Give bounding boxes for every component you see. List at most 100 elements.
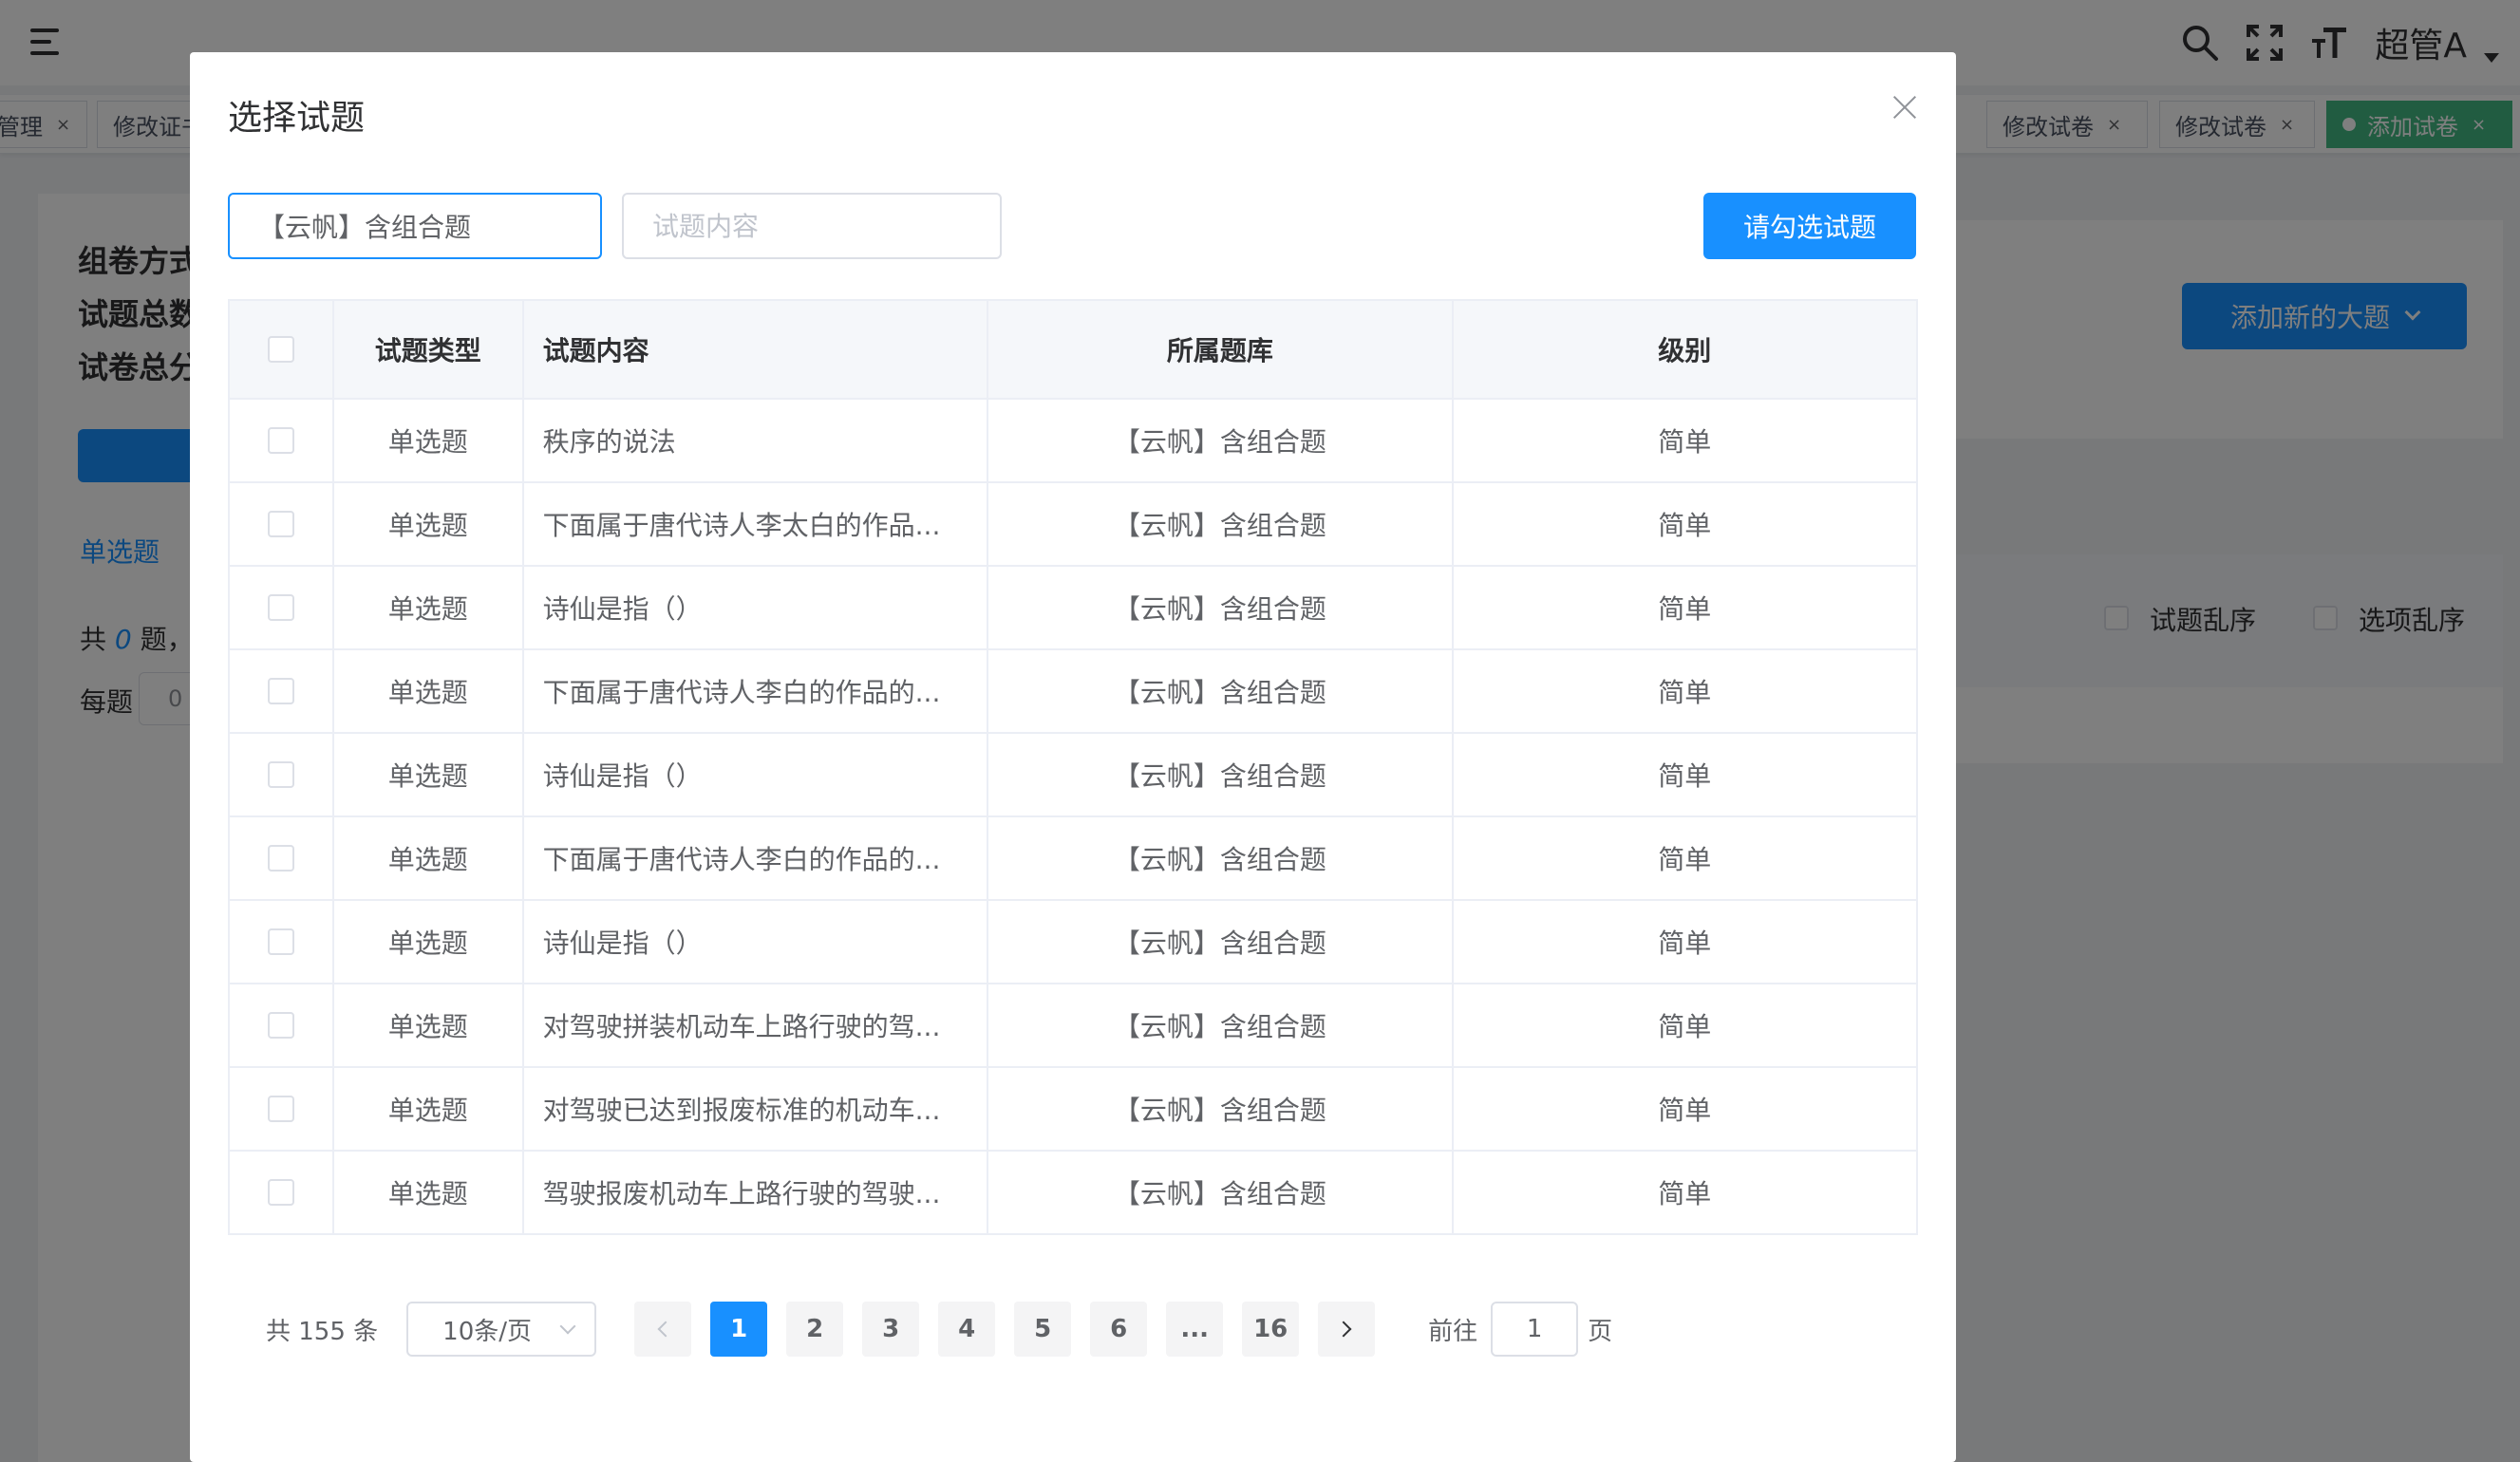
row-select-cell (230, 734, 334, 817)
cell-content: 诗仙是指（） (523, 734, 989, 817)
cell-content: 下面属于唐代诗人李太白的作品... (523, 483, 989, 567)
cell-type: 单选题 (333, 1152, 524, 1235)
row-select-cell (230, 1152, 334, 1235)
cell-type: 单选题 (333, 984, 524, 1068)
cell-bank: 【云帆】含组合题 (988, 400, 1454, 483)
question-table: 试题类型 试题内容 所属题库 级别 单选题 秩序的说法 【云帆】含组合题 简单 单选题下… (228, 299, 1918, 1235)
row-checkbox[interactable] (267, 427, 294, 454)
column-header-bank: 所属题库 (988, 301, 1454, 400)
page-button[interactable]: 4 (938, 1302, 996, 1357)
cell-level: 简单 (1453, 817, 1918, 901)
cell-content: 秩序的说法 (523, 400, 989, 483)
cell-content: 对驾驶拼装机动车上路行驶的驾... (523, 984, 989, 1068)
cell-type: 单选题 (333, 901, 524, 984)
header-select-cell (230, 301, 334, 400)
cell-level: 简单 (1453, 734, 1918, 817)
page-button[interactable]: 16 (1242, 1302, 1300, 1357)
cell-level: 简单 (1453, 567, 1918, 650)
cell-bank: 【云帆】含组合题 (988, 817, 1454, 901)
row-select-cell (230, 1068, 334, 1152)
bank-filter-input[interactable] (228, 193, 602, 259)
cell-level: 简单 (1453, 901, 1918, 984)
chevron-left-icon (657, 1321, 674, 1338)
column-header-content: 试题内容 (523, 301, 989, 400)
cell-type: 单选题 (333, 650, 524, 734)
page-size-select[interactable]: 10条/页 (406, 1302, 597, 1357)
table-row[interactable]: 单选题 秩序的说法 【云帆】含组合题 简单 (230, 400, 1918, 483)
table-row[interactable]: 单选题 驾驶报废机动车上路行驶的驾驶... 【云帆】含组合题 简单 (230, 1152, 1918, 1235)
cell-type: 单选题 (333, 567, 524, 650)
cell-type: 单选题 (333, 400, 524, 483)
cell-bank: 【云帆】含组合题 (988, 567, 1454, 650)
table-row[interactable]: 单选题 诗仙是指（） 【云帆】含组合题 简单 (230, 901, 1918, 984)
next-page-button[interactable] (1318, 1302, 1376, 1357)
page-button[interactable]: 6 (1090, 1302, 1148, 1357)
page-button[interactable]: 3 (862, 1302, 920, 1357)
cell-level: 简单 (1453, 483, 1918, 567)
row-select-cell (230, 567, 334, 650)
row-select-cell (230, 901, 334, 984)
cell-content: 诗仙是指（） (523, 567, 989, 650)
row-select-cell (230, 400, 334, 483)
cell-type: 单选题 (333, 734, 524, 817)
total-count: 共 155 条 (266, 1317, 379, 1346)
cell-bank: 【云帆】含组合题 (988, 734, 1454, 817)
cell-content: 驾驶报废机动车上路行驶的驾驶... (523, 1152, 989, 1235)
cell-type: 单选题 (333, 1068, 524, 1152)
page-button[interactable]: 2 (786, 1302, 844, 1357)
cell-bank: 【云帆】含组合题 (988, 901, 1454, 984)
close-icon[interactable] (1890, 92, 1920, 122)
row-checkbox[interactable] (267, 511, 294, 537)
table-row[interactable]: 单选题 下面属于唐代诗人李白的作品的... 【云帆】含组合题 简单 (230, 650, 1918, 734)
row-checkbox[interactable] (267, 928, 294, 955)
pick-questions-button[interactable]: 请勾选试题 (1703, 193, 1916, 259)
table-row[interactable]: 单选题 诗仙是指（） 【云帆】含组合题 简单 (230, 734, 1918, 817)
goto-page: 前往 页 (1428, 1302, 1612, 1357)
cell-level: 简单 (1453, 650, 1918, 734)
page-button[interactable]: 5 (1014, 1302, 1072, 1357)
table-row[interactable]: 单选题 诗仙是指（） 【云帆】含组合题 简单 (230, 567, 1918, 650)
prev-page-button[interactable] (634, 1302, 692, 1357)
table-row[interactable]: 单选题 下面属于唐代诗人李太白的作品... 【云帆】含组合题 简单 (230, 483, 1918, 567)
cell-level: 简单 (1453, 1152, 1918, 1235)
row-select-cell (230, 483, 334, 567)
row-checkbox[interactable] (267, 845, 294, 872)
cell-content: 对驾驶已达到报废标准的机动车... (523, 1068, 989, 1152)
table-row[interactable]: 单选题 对驾驶已达到报废标准的机动车... 【云帆】含组合题 简单 (230, 1068, 1918, 1152)
select-all-checkbox[interactable] (267, 336, 294, 363)
chevron-right-icon (1335, 1321, 1352, 1338)
cell-bank: 【云帆】含组合题 (988, 483, 1454, 567)
dialog-title: 选择试题 (228, 99, 366, 138)
goto-page-input[interactable] (1491, 1302, 1579, 1357)
column-header-level: 级别 (1453, 301, 1918, 400)
table-header: 试题类型 试题内容 所属题库 级别 (230, 301, 1918, 400)
pagination: 共 155 条 10条/页 123456... 16 前往 页 (266, 1302, 1612, 1357)
cell-level: 简单 (1453, 984, 1918, 1068)
more-pages-button[interactable]: ... (1166, 1302, 1224, 1357)
table-body: 单选题 秩序的说法 【云帆】含组合题 简单 单选题 下面属于唐代诗人李太白的作品... 【云… (230, 400, 1918, 1235)
cell-type: 单选题 (333, 483, 524, 567)
page-button[interactable]: 1 (710, 1302, 768, 1357)
table-row[interactable]: 单选题 对驾驶拼装机动车上路行驶的驾... 【云帆】含组合题 简单 (230, 984, 1918, 1068)
cell-content: 下面属于唐代诗人李白的作品的... (523, 650, 989, 734)
row-select-cell (230, 817, 334, 901)
row-checkbox[interactable] (267, 1012, 294, 1039)
row-checkbox[interactable] (267, 594, 294, 621)
row-checkbox[interactable] (267, 1179, 294, 1206)
row-checkbox[interactable] (267, 761, 294, 788)
cell-level: 简单 (1453, 1068, 1918, 1152)
content-search-input[interactable] (622, 193, 1002, 259)
row-checkbox[interactable] (267, 1096, 294, 1122)
row-select-cell (230, 650, 334, 734)
column-header-type: 试题类型 (333, 301, 524, 400)
cell-level: 简单 (1453, 400, 1918, 483)
cell-bank: 【云帆】含组合题 (988, 650, 1454, 734)
cell-content: 诗仙是指（） (523, 901, 989, 984)
cell-bank: 【云帆】含组合题 (988, 984, 1454, 1068)
row-select-cell (230, 984, 334, 1068)
table-row[interactable]: 单选题 下面属于唐代诗人李白的作品的... 【云帆】含组合题 简单 (230, 817, 1918, 901)
select-question-dialog: 选择试题 请勾选试题 试题类型 试题内容 所属题库 级别 单选题秩序的说法【云帆… (190, 52, 1956, 1462)
row-checkbox[interactable] (267, 678, 294, 704)
cell-bank: 【云帆】含组合题 (988, 1152, 1454, 1235)
page-list: 1 2 3 4 5 6... 16 (710, 1302, 1318, 1357)
